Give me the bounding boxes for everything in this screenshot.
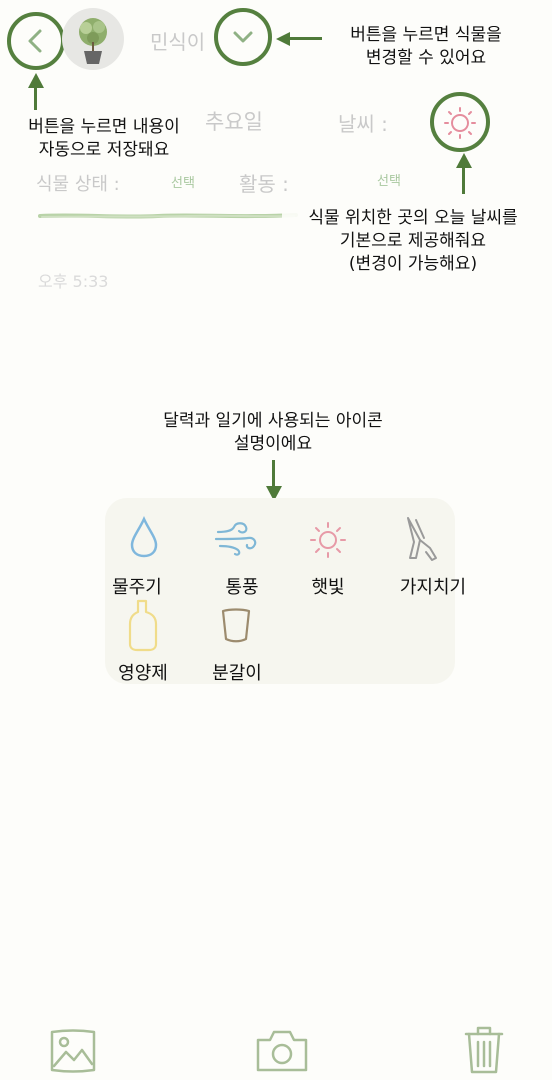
chevron-left-icon bbox=[28, 29, 42, 53]
nutrient-bottle-icon bbox=[128, 599, 158, 652]
plant-name: 민식이 bbox=[150, 30, 206, 54]
trash-icon[interactable] bbox=[462, 1024, 506, 1076]
back-button[interactable] bbox=[7, 12, 65, 70]
legend-label-pruning: 가지치기 bbox=[399, 577, 467, 598]
date-text: 추요일 bbox=[205, 110, 263, 134]
wind-icon bbox=[214, 522, 257, 556]
annotation-weather: 식물 위치한 곳의 오늘 날씨를 기본으로 제공해줘요 (변경이 가능해요) bbox=[282, 207, 544, 276]
activity-label: 활동 : bbox=[239, 172, 289, 196]
timestamp: 오후 5:33 bbox=[38, 272, 109, 291]
sun-icon bbox=[310, 522, 346, 558]
annotation-legend: 달력과 일기에 사용되는 아이콘 설명이에요 bbox=[128, 410, 418, 456]
annotation-arrow bbox=[34, 86, 37, 110]
scissors-icon bbox=[407, 517, 437, 561]
annotation-back-button: 버튼을 누르면 내용이 자동으로 저장돼요 bbox=[6, 116, 202, 162]
legend-label-repotting: 분갈이 bbox=[212, 663, 262, 684]
activity-select[interactable]: 선택 bbox=[377, 170, 401, 189]
water-drop-icon bbox=[130, 516, 158, 558]
gallery-icon[interactable] bbox=[48, 1024, 98, 1076]
weather-button[interactable] bbox=[430, 92, 490, 152]
weather-label: 날씨 : bbox=[338, 112, 388, 136]
annotation-arrow bbox=[462, 166, 465, 194]
camera-icon[interactable] bbox=[254, 1024, 310, 1076]
legend-label-nutrient: 영양제 bbox=[118, 663, 168, 684]
legend-label-water: 물주기 bbox=[112, 577, 162, 598]
plant-avatar[interactable] bbox=[62, 8, 124, 70]
chevron-down-icon bbox=[233, 31, 253, 43]
pot-icon bbox=[221, 608, 251, 643]
divider bbox=[38, 213, 298, 219]
plant-state-select[interactable]: 선택 bbox=[171, 172, 195, 191]
legend-label-sun: 햇빛 bbox=[311, 577, 345, 598]
sun-icon bbox=[444, 107, 476, 139]
plant-dropdown-button[interactable] bbox=[214, 8, 272, 66]
arrow-head bbox=[276, 32, 290, 46]
annotation-arrow bbox=[290, 37, 322, 40]
legend-label-wind: 통풍 bbox=[225, 577, 259, 598]
plant-state-label: 식물 상태 : bbox=[36, 174, 120, 195]
annotation-plant-dropdown: 버튼을 누르면 식물을 변경할 수 있어요 bbox=[326, 24, 526, 70]
